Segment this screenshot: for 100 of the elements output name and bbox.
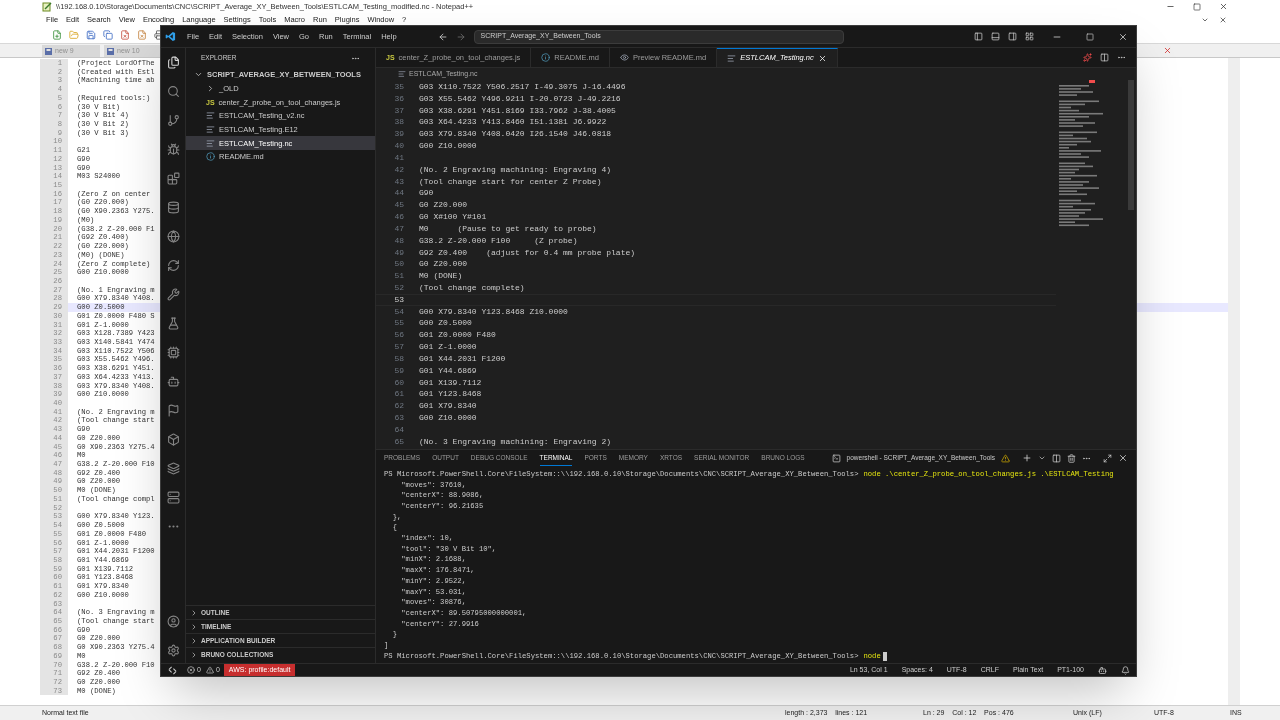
line-number: 50 <box>393 258 404 271</box>
app-logo-icon <box>165 31 176 42</box>
info-icon <box>541 53 551 62</box>
maximize-panel-icon[interactable] <box>1103 453 1112 463</box>
code-text: G01 X139.7112 <box>419 376 482 389</box>
split-editor-icon[interactable] <box>1100 53 1109 62</box>
warning-icon <box>205 666 214 674</box>
lines-file-icon <box>206 138 215 148</box>
new-file-icon[interactable] <box>52 30 62 40</box>
scrollbar-track[interactable] <box>1228 58 1240 705</box>
line-number: 64 <box>393 423 404 436</box>
line-number: 65 <box>393 435 404 448</box>
line-number: 61 <box>393 388 404 401</box>
branch-icon[interactable] <box>166 114 180 127</box>
layout-icon[interactable] <box>991 32 1000 41</box>
dropdown-icon[interactable] <box>1201 16 1209 24</box>
account-icon[interactable] <box>166 615 180 628</box>
bot-icon[interactable] <box>1098 665 1107 675</box>
server-icon[interactable] <box>166 491 180 504</box>
sparkle-icon[interactable] <box>1083 53 1092 62</box>
line-number: 49 <box>393 246 404 259</box>
line-number: 46 <box>393 211 404 224</box>
code-text: G92 Z0.400 (adjust for 0.4 mm probe plate) <box>419 246 636 259</box>
line-number: 52 <box>393 282 404 294</box>
close-icon[interactable] <box>1219 2 1228 11</box>
chip-icon[interactable] <box>166 346 180 359</box>
search-icon[interactable] <box>166 85 180 98</box>
close-panel-icon[interactable] <box>1118 453 1128 463</box>
lines-file-icon <box>206 125 215 135</box>
line-number: 44 <box>393 187 404 200</box>
flask-icon[interactable] <box>166 317 180 330</box>
close-tab-icon[interactable] <box>817 53 827 63</box>
more-icon[interactable] <box>1117 53 1126 62</box>
layout-icon[interactable] <box>1008 32 1017 41</box>
code-text: G00 Z10.0000 <box>419 412 477 425</box>
code-text: M0 (DONE) <box>419 270 463 283</box>
database-icon[interactable] <box>166 201 180 214</box>
line-number: 39 <box>393 128 404 141</box>
line-number: 41 <box>393 151 404 164</box>
remote-icon <box>167 665 177 675</box>
floppy-icon <box>45 47 52 55</box>
line-number: 47 <box>393 222 404 235</box>
line-number: 55 <box>393 317 404 330</box>
code-text: G01 X79.8340 <box>419 400 477 413</box>
code-text: G90 <box>419 187 434 200</box>
code-text: G01 Z0.0000 F480 <box>419 329 496 342</box>
layers-icon[interactable] <box>166 462 180 475</box>
globe-icon[interactable] <box>166 230 180 243</box>
blocks-icon[interactable] <box>166 172 180 185</box>
maximize-icon[interactable] <box>1193 2 1201 11</box>
line-number: 51 <box>393 270 404 283</box>
copy-icon[interactable] <box>103 30 113 40</box>
info-icon <box>206 152 215 162</box>
scrollbar[interactable] <box>1128 80 1134 210</box>
code-text: G0 Z20.000 <box>419 199 467 212</box>
code-text: M0 (Pause to get ready to probe) <box>419 222 597 235</box>
flag-icon[interactable] <box>166 404 180 417</box>
preview-icon <box>619 53 629 62</box>
code-text: (No. 2 Engraving machining: Engraving 4) <box>419 163 612 176</box>
layout-icon[interactable] <box>1025 32 1034 41</box>
code-text: G03 X64.4233 Y413.8460 I51.1381 J6.9922 <box>419 116 607 129</box>
line-number: 54 <box>393 305 404 318</box>
code-text: G0 Z20.000 <box>419 258 467 271</box>
line-number: 48 <box>393 234 404 247</box>
line-number: 40 <box>393 140 404 153</box>
layout-icon[interactable] <box>974 32 983 41</box>
wrench-icon[interactable] <box>166 288 180 301</box>
trash-icon[interactable] <box>1067 453 1076 463</box>
floppy-icon <box>107 47 114 55</box>
line-number: 59 <box>393 364 404 377</box>
code-text: G03 X55.5462 Y496.9211 I-20.0723 J-49.2216 <box>419 92 621 105</box>
files-icon[interactable] <box>166 56 180 69</box>
close-icon[interactable] <box>1118 31 1128 42</box>
refresh-icon[interactable] <box>166 259 180 272</box>
lines-file-icon <box>206 111 215 121</box>
bug-icon[interactable] <box>166 143 180 156</box>
close-icon[interactable] <box>1219 16 1227 24</box>
back-arrow-icon[interactable] <box>437 31 448 42</box>
lines-file-icon <box>398 70 406 78</box>
line-number: 45 <box>393 199 404 212</box>
new-terminal-icon[interactable] <box>1022 453 1032 463</box>
code-text: G03 X79.8340 Y408.0420 I26.1540 J46.0818 <box>419 128 612 141</box>
file-close-icon[interactable] <box>120 30 130 40</box>
code-text: (Tool change start for center Z Probe) <box>419 175 602 188</box>
box-icon[interactable] <box>166 433 180 446</box>
line-number: 58 <box>393 352 404 365</box>
forward-arrow-icon[interactable] <box>455 31 466 42</box>
code-text: G01 X44.2031 F1200 <box>419 352 506 365</box>
bot-icon[interactable] <box>166 375 180 388</box>
bell-icon[interactable] <box>1121 665 1130 675</box>
save-icon[interactable] <box>86 30 96 40</box>
settings-icon[interactable] <box>166 644 180 657</box>
chevron-icon[interactable] <box>1038 454 1046 462</box>
split-terminal-icon[interactable] <box>1052 453 1061 463</box>
code-text: G38.2 Z-20.000 F100 (Z probe) <box>419 234 578 247</box>
code-text: G0 X#100 Y#101 <box>419 211 487 224</box>
code-text: G00 Z10.0000 <box>419 140 477 153</box>
code-text: (No. 3 Engraving machining: Engraving 2) <box>419 435 612 448</box>
code-text: G01 Z-1.0000 <box>419 341 477 354</box>
line-number: 57 <box>393 341 404 354</box>
